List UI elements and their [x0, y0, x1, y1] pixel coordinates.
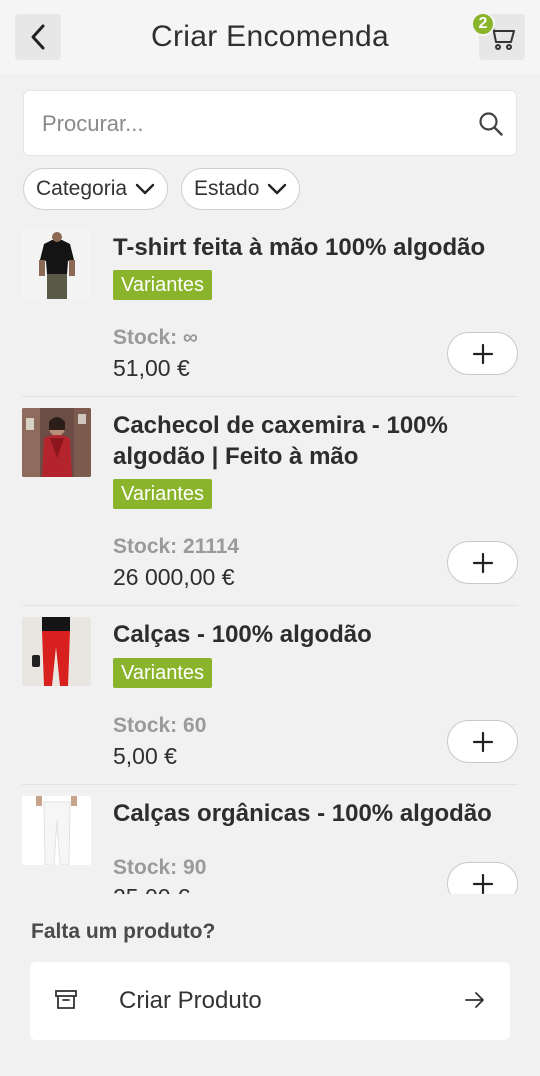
- add-to-cart-button[interactable]: [447, 541, 518, 584]
- product-image: [22, 230, 91, 299]
- product-price: 25,00 €: [113, 884, 190, 894]
- product-price: 5,00 €: [113, 743, 177, 769]
- variants-badge: Variantes: [113, 270, 213, 300]
- variants-badge: Variantes: [113, 479, 213, 509]
- product-image: [22, 796, 91, 865]
- divider: [22, 396, 518, 397]
- archive-box-icon: [55, 990, 77, 1009]
- filter-category[interactable]: Categoria: [23, 168, 169, 210]
- product-stock: Stock: ∞: [113, 326, 198, 349]
- cart-count-badge: 2: [471, 12, 495, 36]
- product-stock: Stock: 21114: [113, 535, 240, 558]
- missing-product-label: Falta um produto?: [31, 920, 216, 943]
- page-title: Criar Encomenda: [151, 20, 389, 53]
- divider: [22, 605, 518, 606]
- filter-status[interactable]: Estado: [181, 168, 301, 210]
- add-to-cart-button[interactable]: [447, 332, 518, 375]
- filter-status-label: Estado: [194, 177, 260, 200]
- arrow-right-icon: [465, 992, 484, 1008]
- add-to-cart-button[interactable]: [447, 720, 518, 763]
- add-to-cart-button[interactable]: [447, 862, 518, 894]
- search-icon[interactable]: [478, 111, 504, 137]
- product-name: Calças orgânicas - 100% algodão: [113, 800, 492, 827]
- product-image: [22, 408, 91, 477]
- product-name: Cachecol de caxemira - 100% algodão | Fe…: [113, 412, 448, 470]
- plus-icon: [472, 343, 493, 364]
- chevron-down-icon: [135, 183, 155, 195]
- search-input[interactable]: [42, 91, 462, 157]
- create-product-button[interactable]: Criar Produto: [30, 962, 510, 1040]
- product-image: [22, 617, 91, 686]
- search-bar: [23, 90, 517, 157]
- create-product-label: Criar Produto: [119, 987, 262, 1014]
- product-price: 26 000,00 €: [113, 564, 235, 590]
- app-header: Criar Encomenda 2: [0, 0, 540, 74]
- product-name: T-shirt feita à mão 100% algodão: [113, 234, 486, 261]
- filter-category-label: Categoria: [36, 177, 128, 200]
- chevron-down-icon: [267, 183, 287, 195]
- plus-icon: [472, 731, 493, 752]
- product-stock: Stock: 90: [113, 856, 207, 879]
- plus-icon: [472, 552, 493, 573]
- product-stock: Stock: 60: [113, 714, 207, 737]
- product-name: Calças - 100% algodão: [113, 621, 372, 648]
- divider: [22, 784, 518, 785]
- plus-icon: [472, 873, 493, 894]
- product-list: T-shirt feita à mão 100% algodão Variant…: [0, 222, 540, 894]
- product-price: 51,00 €: [113, 355, 190, 381]
- variants-badge: Variantes: [113, 658, 213, 688]
